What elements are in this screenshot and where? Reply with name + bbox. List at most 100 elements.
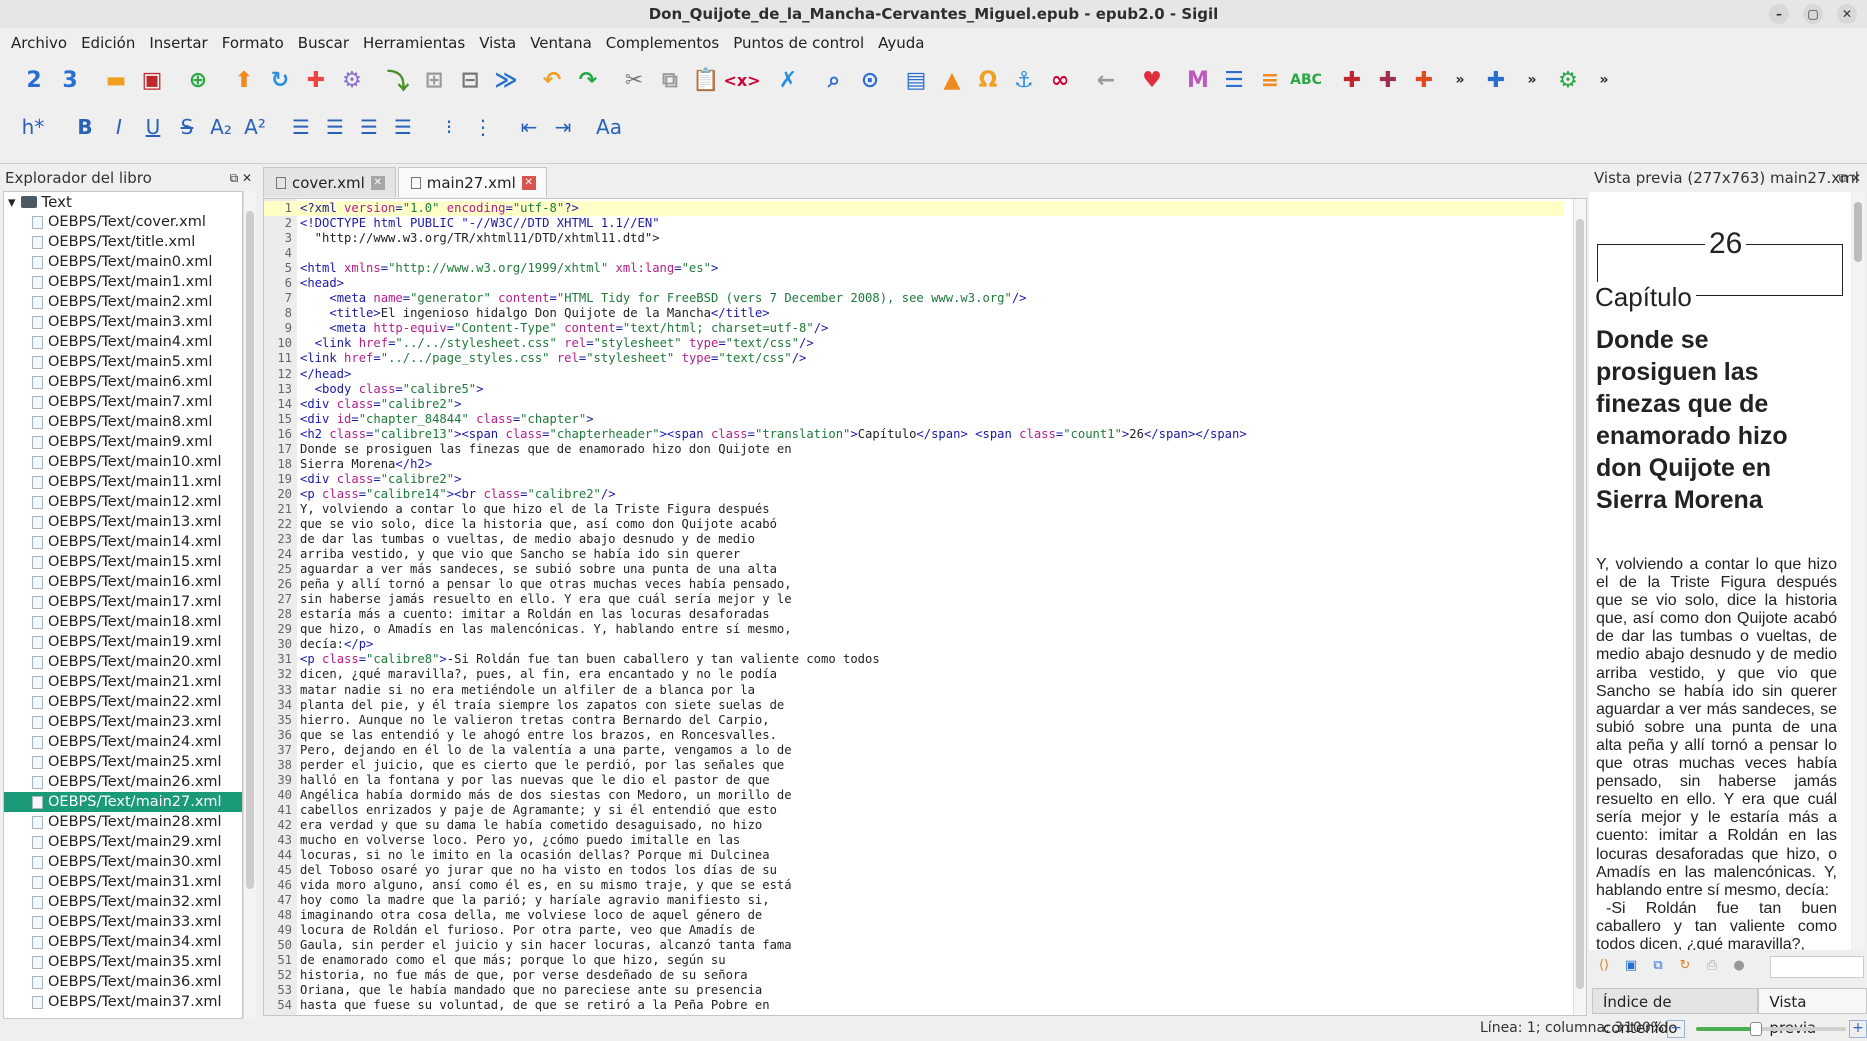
code-line[interactable]: 32 dicen, ¿qué maravilla?, pues, al fin, … bbox=[264, 667, 1564, 682]
file-item[interactable]: OEBPS/Text/cover.xml bbox=[4, 212, 242, 232]
outdent-icon[interactable]: ⇤ bbox=[512, 110, 546, 144]
print-icon[interactable]: ⎙ bbox=[1704, 958, 1720, 974]
indent-icon[interactable]: ⇥ bbox=[546, 110, 580, 144]
file-item[interactable]: OEBPS/Text/main14.xml bbox=[4, 532, 242, 552]
code-line[interactable]: 8 <title>El ingenioso hidalgo Don Quijot… bbox=[264, 306, 1564, 321]
code-line[interactable]: 15 <div id="chapter_84844" class="chapter… bbox=[264, 412, 1564, 427]
generate-toc-icon[interactable]: ≡ bbox=[1252, 62, 1288, 98]
file-item[interactable]: OEBPS/Text/main29.xml bbox=[4, 832, 242, 852]
code-line[interactable]: 24 arriba vestido, y que vio que Sancho s… bbox=[264, 547, 1564, 562]
strikethrough-button[interactable]: S bbox=[170, 110, 204, 144]
code-line[interactable]: 16 <h2 class="calibre13"><span class="cha… bbox=[264, 427, 1564, 442]
file-item[interactable]: OEBPS/Text/main16.xml bbox=[4, 572, 242, 592]
code-line[interactable]: 47 hoy como la madre que la parió; y harí… bbox=[264, 893, 1564, 908]
merge-icon[interactable]: ⤵ bbox=[380, 62, 416, 98]
more-chevron-icon[interactable]: » bbox=[1514, 62, 1550, 98]
subscript-button[interactable]: A₂ bbox=[204, 110, 238, 144]
file-item[interactable]: OEBPS/Text/main33.xml bbox=[4, 912, 242, 932]
redo-icon[interactable]: ↷ bbox=[570, 62, 606, 98]
file-item[interactable]: OEBPS/Text/main32.xml bbox=[4, 892, 242, 912]
more-chevron-icon[interactable]: » bbox=[1586, 62, 1622, 98]
heading-button[interactable]: h* bbox=[16, 110, 50, 144]
bold-button[interactable]: B bbox=[68, 110, 102, 144]
add-existing-icon[interactable]: ✚ bbox=[298, 62, 334, 98]
code-line[interactable]: 50 Gaula, sin perder el juicio y sin hace… bbox=[264, 938, 1564, 953]
code-line[interactable]: 28 estaría más a cuento: imitar a Roldán … bbox=[264, 607, 1564, 622]
align-left-icon[interactable]: ☰ bbox=[284, 110, 318, 144]
inspect-icon[interactable]: ▣ bbox=[1623, 958, 1639, 974]
code-line[interactable]: 9 <meta http-equiv="Content-Type" conten… bbox=[264, 321, 1564, 336]
code-line[interactable]: 3 "http://www.w3.org/TR/xhtml11/DTD/xhtm… bbox=[264, 231, 1564, 246]
menu-item[interactable]: Buscar bbox=[291, 30, 356, 56]
file-item[interactable]: OEBPS/Text/main37.xml bbox=[4, 992, 242, 1012]
file-item[interactable]: OEBPS/Text/main27.xml bbox=[4, 792, 242, 812]
code-line[interactable]: 53 Oriana, que le había mandado que no pa… bbox=[264, 983, 1564, 998]
code-line[interactable]: 54 hasta que fuese su voluntad, de que se… bbox=[264, 998, 1564, 1013]
undo-icon[interactable]: ↶ bbox=[534, 62, 570, 98]
plugin-12-icon[interactable]: ⚙ bbox=[1550, 62, 1586, 98]
file-item[interactable]: OEBPS/Text/main31.xml bbox=[4, 872, 242, 892]
code-line[interactable]: 6 <head> bbox=[264, 276, 1564, 291]
italic-button[interactable]: I bbox=[102, 110, 136, 144]
file-item[interactable]: OEBPS/Text/main4.xml bbox=[4, 332, 242, 352]
file-item[interactable]: OEBPS/Text/main1.xml bbox=[4, 272, 242, 292]
bullet-list-icon[interactable]: ⁝ bbox=[432, 110, 466, 144]
file-item[interactable]: OEBPS/Text/main19.xml bbox=[4, 632, 242, 652]
menu-item[interactable]: Vista bbox=[472, 30, 523, 56]
split-icon[interactable]: ≫ bbox=[488, 62, 524, 98]
code-line[interactable]: 45 del Toboso osaré yo jurar que no ha vi… bbox=[264, 863, 1564, 878]
omega-icon[interactable]: Ω bbox=[970, 62, 1006, 98]
code-line[interactable]: 20 <p class="calibre14"><br class="calibr… bbox=[264, 487, 1564, 502]
zoom-handle[interactable] bbox=[1750, 1022, 1762, 1036]
menu-item[interactable]: Herramientas bbox=[356, 30, 472, 56]
file-item[interactable]: OEBPS/Text/main23.xml bbox=[4, 712, 242, 732]
file-item[interactable]: OEBPS/Text/main13.xml bbox=[4, 512, 242, 532]
minimize-button[interactable]: – bbox=[1769, 4, 1789, 24]
anchor-icon[interactable]: ⚓ bbox=[1006, 62, 1042, 98]
more-chevron-icon[interactable]: » bbox=[1442, 62, 1478, 98]
code-line[interactable]: 30 decía:</p> bbox=[264, 637, 1564, 652]
preview-zoom-field[interactable] bbox=[1770, 956, 1864, 978]
gear-icon[interactable]: ⚙ bbox=[334, 62, 370, 98]
file-item[interactable]: OEBPS/Text/main36.xml bbox=[4, 972, 242, 992]
file-item[interactable]: OEBPS/Text/main18.xml bbox=[4, 612, 242, 632]
code-editor[interactable]: 1 <?xml version="1.0" encoding="utf-8"?> 2… bbox=[263, 198, 1587, 1016]
file-item[interactable]: OEBPS/Text/main34.xml bbox=[4, 932, 242, 952]
file-item[interactable]: OEBPS/Text/main17.xml bbox=[4, 592, 242, 612]
plugin-1-icon[interactable]: ✚ bbox=[1334, 62, 1370, 98]
link-icon[interactable]: ∞ bbox=[1042, 62, 1078, 98]
code-line[interactable]: 29 que hizo, o Amadís en las malencónicas… bbox=[264, 622, 1564, 637]
preview-scrollbar[interactable] bbox=[1852, 192, 1865, 950]
file-item[interactable]: OEBPS/Text/main3.xml bbox=[4, 312, 242, 332]
image-icon[interactable]: ▲ bbox=[934, 62, 970, 98]
file-item[interactable]: OEBPS/Text/main21.xml bbox=[4, 672, 242, 692]
add-file-icon[interactable]: ⊕ bbox=[180, 62, 216, 98]
file-item[interactable]: OEBPS/Text/main12.xml bbox=[4, 492, 242, 512]
close-window-button[interactable]: ✕ bbox=[1837, 4, 1857, 24]
file-item[interactable]: OEBPS/Text/main5.xml bbox=[4, 352, 242, 372]
tab-file[interactable]: main27.xml ✕ bbox=[397, 167, 547, 197]
remove-icon[interactable]: ⊟ bbox=[452, 62, 488, 98]
cleanup-icon[interactable]: ✗ bbox=[770, 62, 806, 98]
back-arrow-icon[interactable]: ← bbox=[1088, 62, 1124, 98]
menu-item[interactable]: Ayuda bbox=[871, 30, 931, 56]
copy-icon[interactable]: ⧉ bbox=[652, 62, 688, 98]
code-line[interactable]: 1 <?xml version="1.0" encoding="utf-8"?> bbox=[264, 201, 1564, 217]
menu-item[interactable]: Insertar bbox=[142, 30, 214, 56]
cut-icon[interactable]: ✂ bbox=[616, 62, 652, 98]
paste-icon[interactable]: 📋 bbox=[688, 62, 724, 98]
code-line[interactable]: 35 hierro. Aunque no le valieron tretas c… bbox=[264, 713, 1564, 728]
code-line[interactable]: 10 <link href="../../stylesheet.css" rel… bbox=[264, 336, 1564, 351]
find-replace-icon[interactable]: ⊙ bbox=[852, 62, 888, 98]
tab-file[interactable]: cover.xml ✕ bbox=[263, 167, 396, 197]
superscript-button[interactable]: A² bbox=[238, 110, 272, 144]
arrow-up-icon[interactable]: ⬆ bbox=[226, 62, 262, 98]
close-tab-icon[interactable]: ✕ bbox=[521, 175, 536, 190]
panel-controls-icon[interactable]: ⧉ ✕ bbox=[230, 167, 252, 189]
code-line[interactable]: 41 cabellos enrizados y paje de Agramante… bbox=[264, 803, 1564, 818]
code-icon[interactable]: <x> bbox=[723, 62, 760, 98]
maximize-button[interactable]: ▢ bbox=[1803, 4, 1823, 24]
align-right-icon[interactable]: ☰ bbox=[352, 110, 386, 144]
file-item[interactable]: OEBPS/Text/main9.xml bbox=[4, 432, 242, 452]
zoom-slider[interactable] bbox=[1696, 1022, 1846, 1036]
